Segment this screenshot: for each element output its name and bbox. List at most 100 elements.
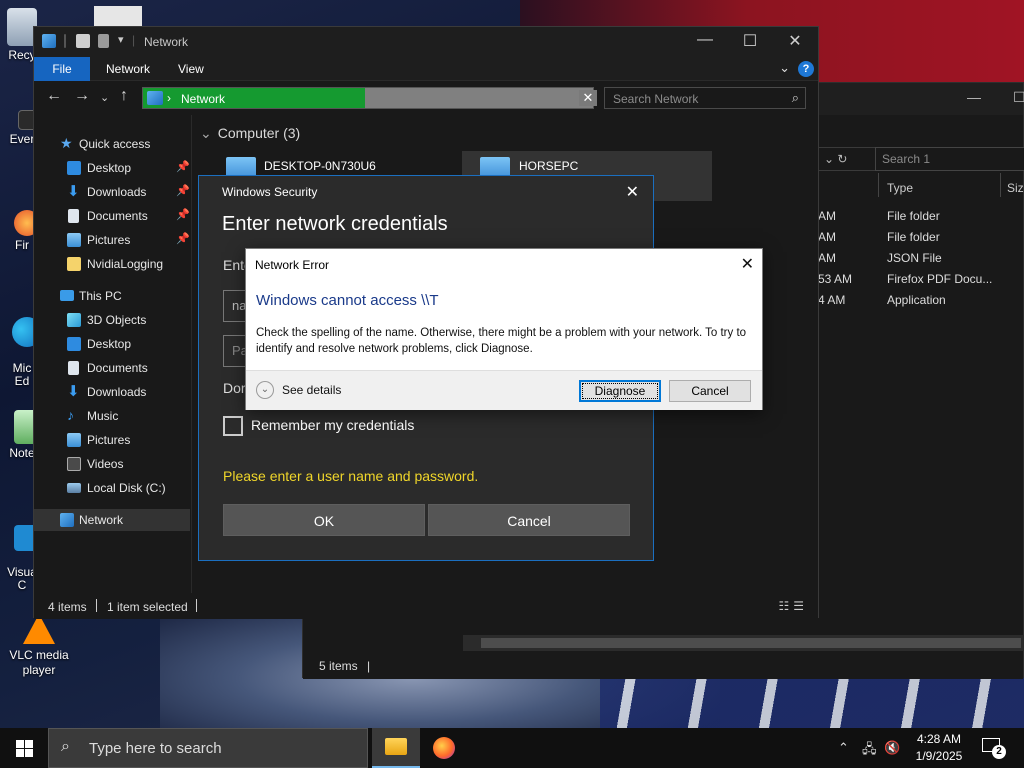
download-icon: ⬇ — [67, 183, 80, 200]
sidebar-item-documents-pc[interactable]: Documents — [34, 357, 190, 379]
remember-checkbox[interactable] — [223, 416, 243, 436]
show-hidden-icons-icon[interactable]: ⌃ — [838, 740, 849, 756]
horizontal-scrollbar[interactable] — [463, 635, 1024, 651]
chevron-down-icon[interactable]: ⌄ — [256, 381, 274, 399]
folder-icon — [385, 738, 407, 755]
back-icon[interactable]: ← — [46, 87, 62, 105]
network-status-icon[interactable]: 🖧 — [862, 740, 877, 762]
sidebar-item-desktop-pc[interactable]: Desktop — [34, 333, 190, 355]
sidebar-item-documents[interactable]: Documents 📌 — [34, 205, 190, 227]
start-button[interactable] — [0, 728, 48, 768]
close-icon[interactable]: ✕ — [741, 254, 754, 274]
up-icon[interactable]: ↑ — [120, 87, 128, 105]
column-header-type[interactable]: Type — [887, 181, 913, 195]
document-icon — [68, 209, 79, 223]
sidebar-item-quick-access[interactable]: ★ Quick access — [34, 133, 190, 155]
pictures-icon — [67, 233, 81, 247]
windows-logo-icon — [25, 740, 33, 748]
system-clock[interactable]: 4:28 AM 1/9/2025 — [908, 731, 970, 765]
customize-toolbar-icon[interactable]: ▾ — [118, 33, 124, 46]
close-icon[interactable]: ✕ — [626, 182, 639, 202]
address-bar[interactable]: › Network ✕ — [142, 87, 597, 109]
see-details-toggle[interactable]: See details — [282, 383, 341, 397]
close-icon[interactable]: ✕ — [780, 31, 810, 51]
tab-file[interactable]: File — [34, 57, 90, 81]
volume-icon[interactable]: 🔇 — [884, 740, 900, 756]
ribbon: File Network View ⌄ ? — [34, 57, 818, 81]
notification-center-icon[interactable]: 2 — [980, 736, 1006, 759]
tab-view[interactable]: View — [164, 57, 218, 81]
column-divider — [1000, 173, 1001, 197]
sidebar-item-downloads[interactable]: ⬇ Downloads 📌 — [34, 181, 190, 203]
file-time: AM — [818, 251, 836, 265]
cancel-button[interactable]: Cancel — [669, 380, 751, 402]
file-type: File folder — [887, 230, 940, 244]
sidebar-item-nvidialogging[interactable]: NvidiaLogging — [34, 253, 190, 275]
breadcrumb[interactable]: Network — [181, 92, 225, 106]
music-icon: ♪ — [67, 407, 74, 423]
videos-icon — [67, 457, 81, 471]
group-header[interactable]: ⌄ Computer (3) — [200, 125, 300, 142]
tab-network[interactable]: Network — [92, 57, 164, 81]
pin-icon[interactable]: 📌 — [176, 208, 190, 221]
desktop-icon-vlc[interactable]: VLC media player — [4, 614, 74, 678]
expand-ribbon-icon[interactable]: ⌄ — [779, 60, 790, 76]
sidebar-item-music[interactable]: ♪ Music — [34, 405, 190, 427]
3d-objects-icon — [67, 313, 81, 327]
sidebar-item-videos[interactable]: Videos — [34, 453, 190, 475]
sidebar-item-network[interactable]: Network — [34, 509, 190, 531]
status-item-count: 5 items — [319, 659, 358, 673]
view-toggle-icons[interactable]: ☷☰ — [778, 599, 808, 613]
file-type: Application — [887, 293, 946, 307]
sidebar-item-pictures[interactable]: Pictures 📌 — [34, 229, 190, 251]
pin-icon[interactable]: 📌 — [176, 160, 190, 173]
file-time: AM — [818, 230, 836, 244]
address-bar[interactable]: ⌄ ↻ — [817, 147, 879, 171]
new-folder-icon[interactable] — [98, 34, 109, 48]
taskbar-search-input[interactable]: ⌕ Type here to search — [48, 728, 368, 768]
minimize-icon[interactable]: — — [967, 89, 981, 105]
address-progress — [143, 88, 365, 108]
minimize-icon[interactable]: — — [690, 31, 720, 49]
desktop-icon-label: Fir — [15, 238, 29, 252]
sidebar-item-label: NvidiaLogging — [87, 257, 164, 271]
remember-label[interactable]: Remember my credentials — [251, 417, 414, 433]
help-icon[interactable]: ? — [798, 61, 814, 77]
sidebar-item-this-pc[interactable]: This PC — [34, 285, 190, 307]
desktop-app-icon[interactable] — [94, 6, 142, 28]
notification-count-badge: 2 — [992, 745, 1006, 759]
status-item-count: 4 items — [48, 600, 87, 614]
clock-date: 1/9/2025 — [915, 749, 963, 763]
sidebar-item-desktop[interactable]: Desktop 📌 — [34, 157, 190, 179]
search-icon[interactable]: ⌕ — [792, 90, 799, 106]
pin-icon[interactable]: 📌 — [176, 184, 190, 197]
sidebar-item-pictures-pc[interactable]: Pictures — [34, 429, 190, 451]
taskbar-file-explorer[interactable] — [372, 728, 420, 768]
maximize-icon[interactable]: ☐ — [735, 31, 765, 51]
properties-icon[interactable] — [76, 34, 90, 48]
forward-icon[interactable]: → — [74, 87, 90, 105]
sidebar-item-label: Music — [87, 409, 119, 423]
scrollbar-thumb[interactable] — [481, 638, 1021, 648]
cancel-button[interactable]: Cancel — [428, 504, 630, 536]
diagnose-button[interactable]: Diagnose — [579, 380, 661, 402]
collapse-icon[interactable]: ⌄ — [200, 125, 212, 141]
sidebar-item-label: Desktop — [87, 337, 132, 351]
pin-icon[interactable]: 📌 — [176, 232, 190, 245]
ok-button[interactable]: OK — [223, 504, 425, 536]
file-time: AM — [818, 209, 836, 223]
column-header-size[interactable]: Size — [1007, 181, 1024, 195]
recent-locations-icon[interactable]: ⌄ — [100, 91, 109, 104]
maximize-icon[interactable]: ☐ — [1013, 89, 1024, 106]
stop-icon[interactable]: ✕ — [579, 90, 597, 106]
search-input[interactable]: Search Network ⌕ — [604, 87, 806, 109]
file-time: 4 AM — [818, 293, 846, 307]
taskbar-firefox[interactable] — [420, 728, 468, 768]
search-input[interactable]: Search 1 — [875, 147, 1024, 171]
sidebar-item-3d-objects[interactable]: 3D Objects — [34, 309, 190, 331]
sidebar-item-local-disk[interactable]: Local Disk (C:) — [34, 477, 190, 499]
sidebar-item-label: This PC — [79, 289, 122, 303]
taskbar: ⌕ Type here to search ⌃ 🖧 🔇 4:28 AM 1/9/… — [0, 728, 1024, 768]
star-icon: ★ — [60, 135, 73, 151]
sidebar-item-downloads-pc[interactable]: ⬇ Downloads — [34, 381, 190, 403]
